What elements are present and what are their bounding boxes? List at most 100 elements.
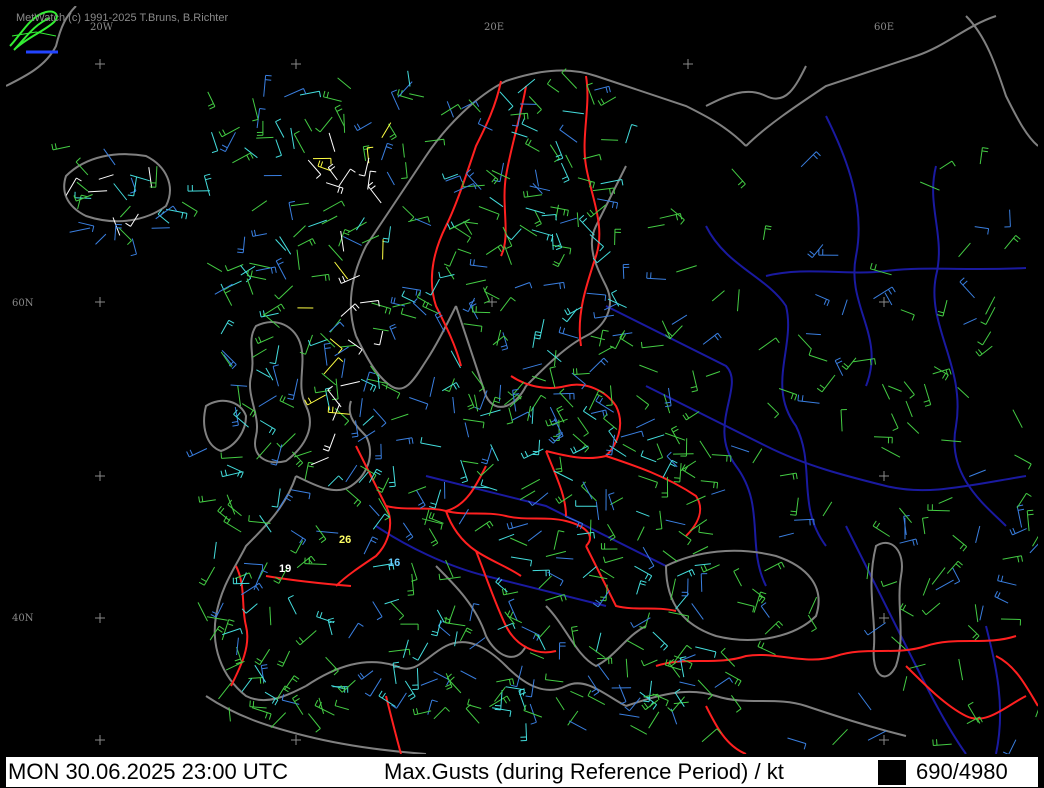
- wind-barb: [277, 488, 281, 508]
- wind-barb: [762, 225, 767, 240]
- wind-barb: [420, 442, 442, 448]
- wind-barb: [470, 264, 488, 268]
- wind-barb-feather: [508, 679, 511, 686]
- wind-barb: [472, 311, 491, 314]
- wind-barb-feather: [500, 344, 507, 348]
- wind-barb-feather: [384, 307, 388, 314]
- wind-barb-feather: [292, 678, 298, 683]
- wind-barb-feather: [546, 78, 552, 85]
- wind-barb: [474, 520, 490, 532]
- wind-barb: [98, 174, 114, 180]
- wind-barb: [290, 202, 309, 207]
- wind-barb-feather: [775, 337, 780, 344]
- wind-barb: [558, 332, 579, 339]
- wind-barb-feather: [546, 234, 550, 241]
- wind-barb: [206, 616, 228, 621]
- wind-barb-feather: [942, 373, 947, 379]
- wind-barb-feather: [343, 232, 350, 236]
- wind-barb: [321, 215, 338, 225]
- wind-barb: [486, 169, 499, 180]
- wind-barb: [396, 692, 407, 709]
- wind-barb: [496, 329, 502, 346]
- wind-barb-feather: [671, 425, 677, 430]
- wind-barb-feather: [466, 237, 471, 243]
- wind-barb: [636, 580, 642, 595]
- wind-barb-feather: [587, 690, 592, 696]
- station-value[interactable]: 16: [388, 557, 400, 569]
- metwatch-window: MetWatch (c) 1991-2025 T.Bruns, B.Richte…: [0, 0, 1044, 788]
- weather-map[interactable]: MetWatch (c) 1991-2025 T.Bruns, B.Richte…: [6, 6, 1038, 754]
- wind-barb-feather: [259, 311, 262, 318]
- wind-barb-feather: [310, 555, 316, 562]
- wind-barb-feather: [994, 590, 998, 597]
- wind-barb: [466, 173, 482, 190]
- wind-barb: [343, 236, 362, 246]
- wind-barb: [379, 330, 384, 346]
- wind-barb: [622, 443, 637, 452]
- wind-barb: [906, 422, 920, 434]
- wind-barb: [517, 78, 536, 94]
- wind-barb-feather: [217, 505, 222, 512]
- wind-barb-feather: [582, 218, 588, 223]
- wind-barb-feather: [887, 289, 893, 295]
- wind-barb-feather: [600, 98, 605, 105]
- wind-barb: [1012, 409, 1023, 428]
- wind-barb: [504, 611, 515, 625]
- wind-barb: [979, 605, 984, 621]
- wind-barb-feather: [572, 629, 579, 632]
- wind-barb-feather: [497, 246, 502, 253]
- wind-barb: [452, 396, 455, 414]
- station-value[interactable]: 26: [339, 534, 351, 546]
- wind-barb: [634, 565, 652, 577]
- wind-barb: [757, 646, 776, 656]
- wind-barb: [625, 658, 629, 678]
- wind-barb: [573, 372, 590, 375]
- wind-barb: [902, 676, 908, 691]
- wind-barb: [600, 96, 617, 106]
- wind-barb-feather: [221, 144, 228, 149]
- wind-barb: [371, 302, 391, 310]
- station-value[interactable]: 19: [279, 563, 291, 575]
- wind-barb: [486, 447, 493, 465]
- wind-barb: [630, 724, 648, 735]
- wind-barb: [595, 632, 602, 653]
- wind-barb-feather: [665, 405, 672, 408]
- wind-barb-feather: [275, 118, 282, 123]
- wind-barb-feather: [227, 623, 234, 626]
- wind-barb-feather: [412, 708, 415, 715]
- wind-barb-feather: [841, 365, 847, 370]
- wind-barb-feather: [388, 308, 392, 315]
- wind-barb-feather: [431, 630, 438, 634]
- wind-barb: [691, 603, 704, 620]
- wind-barb: [291, 451, 304, 464]
- wind-barb-feather: [218, 131, 223, 138]
- wind-barb: [725, 671, 742, 682]
- wind-barb-feather: [555, 468, 562, 470]
- wind-barb-feather: [125, 222, 131, 227]
- wind-barb: [942, 299, 948, 317]
- wind-barb: [433, 706, 446, 720]
- wind-barb-feather: [460, 476, 467, 479]
- wind-barb: [256, 442, 272, 460]
- wind-barb-feather: [270, 267, 273, 274]
- wind-barb-feather: [525, 695, 532, 698]
- wind-barb-feather: [524, 450, 529, 457]
- wind-barb-feather: [338, 357, 344, 362]
- wind-barb-feather: [494, 708, 501, 711]
- wind-barb: [597, 664, 610, 681]
- wind-barb: [325, 656, 339, 672]
- wind-barb-feather: [370, 185, 376, 190]
- wind-barb: [305, 334, 313, 355]
- wind-barb: [217, 510, 231, 522]
- wind-barb: [601, 139, 619, 141]
- wind-barb: [256, 136, 274, 139]
- wind-barb: [760, 605, 770, 618]
- wind-barb: [1026, 510, 1030, 532]
- wind-barb: [927, 509, 950, 512]
- wind-barb: [997, 580, 1017, 586]
- wind-barb: [553, 530, 559, 550]
- wind-barb-feather: [466, 627, 473, 632]
- wind-barb-feather: [493, 400, 500, 404]
- wind-barb-feather: [891, 286, 896, 293]
- wind-barb-feather: [224, 469, 228, 476]
